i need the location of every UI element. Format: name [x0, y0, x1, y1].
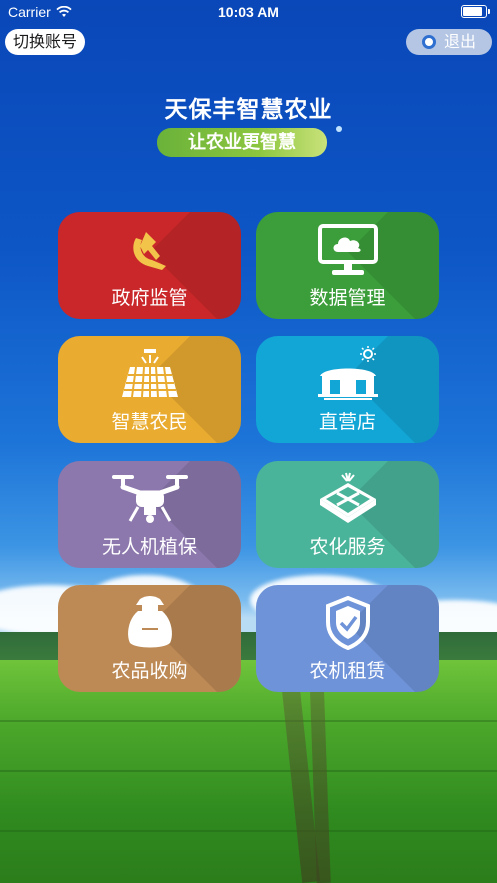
- tile-label: 农品收购: [111, 660, 188, 682]
- tile-produce-purchase[interactable]: 农品收购: [58, 585, 241, 692]
- status-bar: Carrier 10:03 AM: [0, 0, 497, 26]
- tile-smart-farmer[interactable]: 智慧农民: [58, 336, 241, 443]
- tile-label: 政府监管: [111, 287, 188, 309]
- tile-agrochemical-service[interactable]: 农化服务: [256, 461, 439, 568]
- tile-label: 智慧农民: [111, 411, 188, 433]
- battery-icon: [461, 5, 490, 18]
- logout-label: 退出: [443, 32, 476, 51]
- tile-direct-store[interactable]: 直营店: [256, 336, 439, 443]
- shield-check-icon: [256, 595, 439, 651]
- app-slogan: 让农业更智慧: [157, 128, 327, 157]
- party-emblem-icon: [58, 222, 241, 278]
- tile-label: 农化服务: [309, 536, 386, 558]
- app-title: 天保丰智慧农业: [164, 97, 333, 123]
- solar-panel-icon: [58, 346, 241, 402]
- power-icon: [421, 35, 436, 49]
- grain-sack-icon: [58, 595, 241, 651]
- tile-label: 数据管理: [309, 287, 386, 309]
- logout-button[interactable]: 退出: [406, 29, 492, 55]
- tile-machinery-rental[interactable]: 农机租赁: [256, 585, 439, 692]
- tile-government-supervision[interactable]: 政府监管: [58, 212, 241, 319]
- decorative-dot: [336, 126, 342, 132]
- tile-label: 农机租赁: [309, 660, 386, 682]
- drone-icon: [58, 471, 241, 527]
- fertilizer-icon: [256, 471, 439, 527]
- tile-data-management[interactable]: 数据管理: [256, 212, 439, 319]
- status-time: 10:03 AM: [218, 4, 279, 20]
- monitor-cloud-icon: [256, 222, 439, 278]
- tile-drone-protection[interactable]: 无人机植保: [58, 461, 241, 568]
- switch-account-button[interactable]: 切换账号: [5, 29, 86, 55]
- greenhouse-store-icon: [256, 346, 439, 402]
- tile-label: 无人机植保: [101, 536, 197, 558]
- tile-label: 直营店: [318, 411, 376, 433]
